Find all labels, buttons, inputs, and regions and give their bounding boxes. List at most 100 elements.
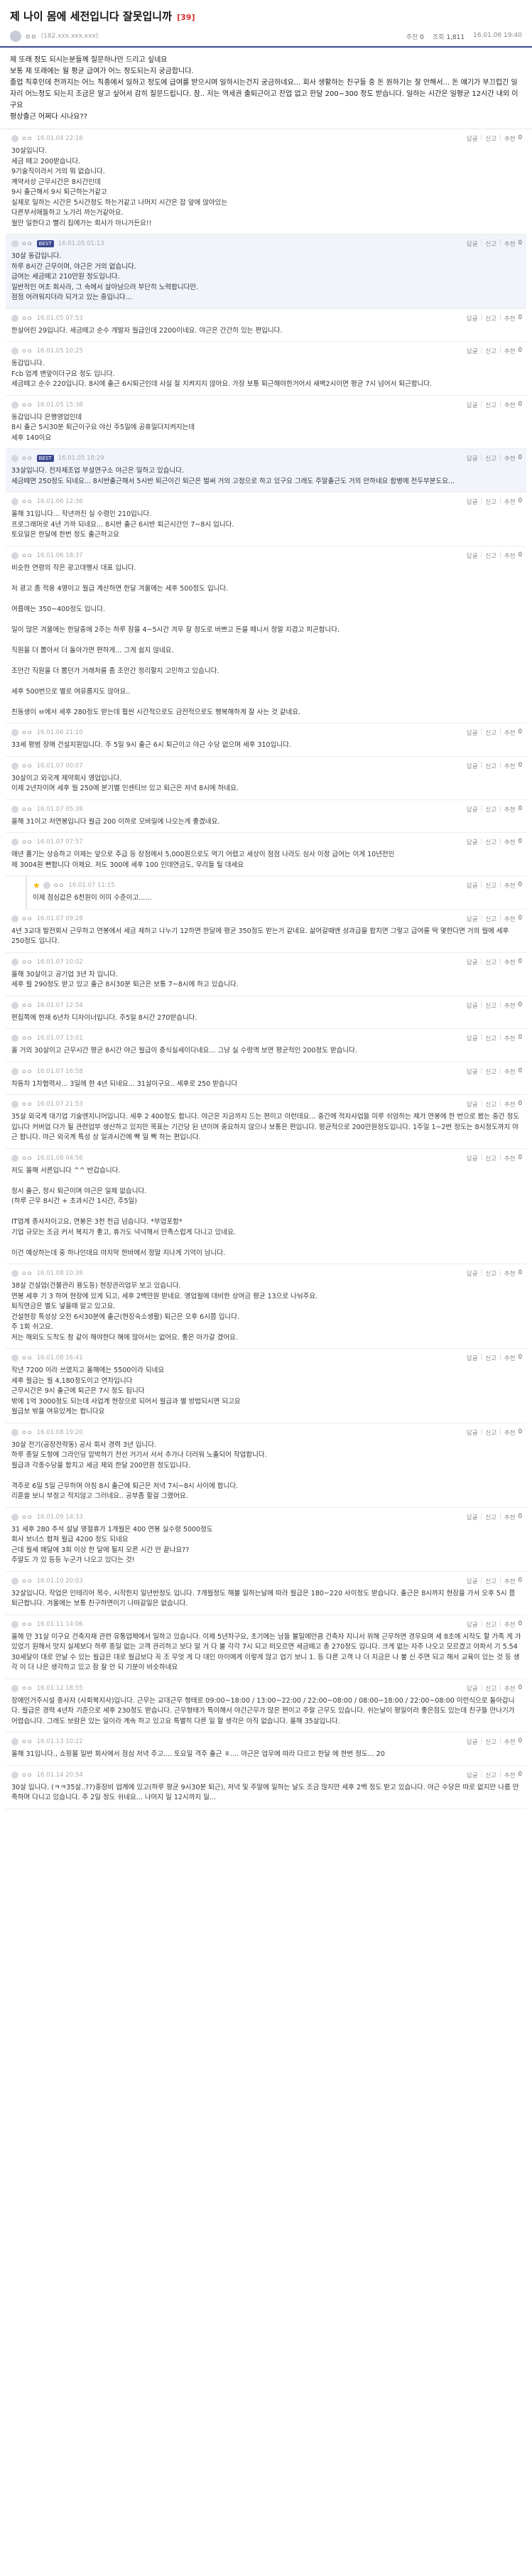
recommend-button[interactable]: 추천: [504, 454, 516, 463]
reply-button[interactable]: 답글: [467, 134, 478, 143]
comment-nickname[interactable]: ㅇㅇ: [21, 497, 33, 506]
comment-nickname[interactable]: ㅇㅇ: [21, 1428, 33, 1437]
recommend-button[interactable]: 추천: [504, 958, 516, 966]
recommend-button[interactable]: 추천: [504, 805, 516, 814]
report-button[interactable]: 신고: [485, 314, 496, 323]
comment-nickname[interactable]: ㅇㅇ: [21, 347, 33, 355]
reply-button[interactable]: 답글: [467, 1684, 478, 1693]
reply-button[interactable]: 답글: [467, 551, 478, 560]
comment-nickname[interactable]: ㅇㅇ: [21, 1354, 33, 1362]
comment-nickname[interactable]: ㅇㅇ: [21, 134, 33, 143]
recommend-button[interactable]: 추천: [504, 1067, 516, 1076]
comment-nickname[interactable]: ㅇㅇ: [21, 1001, 33, 1010]
report-button[interactable]: 신고: [485, 1737, 496, 1746]
reply-button[interactable]: 답글: [467, 1428, 478, 1437]
reply-button[interactable]: 답글: [467, 1737, 478, 1746]
reply-button[interactable]: 답글: [467, 1269, 478, 1278]
comment-nickname[interactable]: ㅇㅇ: [21, 1034, 33, 1042]
comment-nickname[interactable]: ㅇㅇ: [21, 1577, 33, 1585]
comment-nickname[interactable]: ㅇㅇ: [21, 454, 33, 463]
report-button[interactable]: 신고: [485, 1100, 496, 1109]
reply-button[interactable]: 답글: [467, 239, 478, 248]
comment-nickname[interactable]: ㅇㅇ: [21, 958, 33, 966]
reply-button[interactable]: 답글: [467, 881, 478, 890]
comment-nickname[interactable]: ㅇㅇ: [21, 838, 33, 846]
report-button[interactable]: 신고: [485, 1001, 496, 1010]
report-button[interactable]: 신고: [485, 1154, 496, 1163]
report-button[interactable]: 신고: [485, 915, 496, 923]
reply-button[interactable]: 답글: [467, 805, 478, 814]
reply-button[interactable]: 답글: [467, 1154, 478, 1163]
report-button[interactable]: 신고: [485, 134, 496, 143]
recommend-button[interactable]: 추천: [504, 497, 516, 506]
reply-button[interactable]: 답글: [467, 401, 478, 409]
reply-button[interactable]: 답글: [467, 958, 478, 966]
report-button[interactable]: 신고: [485, 551, 496, 560]
recommend-button[interactable]: 추천: [504, 1513, 516, 1521]
comment-nickname[interactable]: ㅇㅇ: [21, 762, 33, 770]
comment-nickname[interactable]: ㅇㅇ: [21, 915, 33, 923]
comment-nickname[interactable]: ㅇㅇ: [21, 805, 33, 814]
comment-nickname[interactable]: ㅇㅇ: [21, 401, 33, 409]
reply-button[interactable]: 답글: [467, 728, 478, 737]
comment-nickname[interactable]: ㅇㅇ: [21, 1737, 33, 1746]
report-button[interactable]: 신고: [485, 1771, 496, 1779]
reply-button[interactable]: 답글: [467, 1354, 478, 1362]
recommend-button[interactable]: 추천: [504, 1154, 516, 1163]
recommend-button[interactable]: 추천: [504, 1620, 516, 1629]
comment-nickname[interactable]: ㅇㅇ: [21, 1067, 33, 1076]
report-button[interactable]: 신고: [485, 728, 496, 737]
reply-button[interactable]: 답글: [467, 1771, 478, 1779]
recommend-button[interactable]: 추천: [504, 134, 516, 143]
comment-nickname[interactable]: ㅇㅇ: [21, 1154, 33, 1163]
recommend-button[interactable]: 추천: [504, 1354, 516, 1362]
report-button[interactable]: 신고: [485, 454, 496, 463]
comment-nickname[interactable]: ㅇㅇ: [21, 1620, 33, 1629]
reply-button[interactable]: 답글: [467, 497, 478, 506]
reply-button[interactable]: 답글: [467, 347, 478, 355]
comment-nickname[interactable]: ㅇㅇ: [21, 1100, 33, 1109]
report-button[interactable]: 신고: [485, 1577, 496, 1585]
reply-button[interactable]: 답글: [467, 915, 478, 923]
recommend-button[interactable]: 추천: [504, 1771, 516, 1779]
recommend-button[interactable]: 추천: [504, 1737, 516, 1746]
recommend-button[interactable]: 추천: [504, 347, 516, 355]
recommend-button[interactable]: 추천: [504, 401, 516, 409]
recommend-button[interactable]: 추천: [504, 1428, 516, 1437]
reply-button[interactable]: 답글: [467, 1100, 478, 1109]
reply-button[interactable]: 답글: [467, 762, 478, 770]
report-button[interactable]: 신고: [485, 1620, 496, 1629]
reply-button[interactable]: 답글: [467, 1067, 478, 1076]
report-button[interactable]: 신고: [485, 838, 496, 846]
recommend-button[interactable]: 추천: [504, 1577, 516, 1585]
author-nickname[interactable]: ㅇㅇ: [25, 32, 37, 41]
report-button[interactable]: 신고: [485, 805, 496, 814]
report-button[interactable]: 신고: [485, 239, 496, 248]
reply-button[interactable]: 답글: [467, 454, 478, 463]
report-button[interactable]: 신고: [485, 1684, 496, 1693]
comment-nickname[interactable]: ㅇㅇ: [21, 1771, 33, 1779]
comment-nickname[interactable]: ㅇㅇ: [21, 239, 33, 248]
comment-nickname[interactable]: ㅇㅇ: [21, 1513, 33, 1521]
report-button[interactable]: 신고: [485, 497, 496, 506]
recommend-button[interactable]: 추천: [504, 314, 516, 323]
report-button[interactable]: 신고: [485, 1513, 496, 1521]
recommend-button[interactable]: 추천: [504, 915, 516, 923]
comment-count[interactable]: [39]: [177, 13, 195, 22]
recommend-button[interactable]: 추천: [504, 551, 516, 560]
recommend-button[interactable]: 추천: [504, 838, 516, 846]
recommend-button[interactable]: 추천: [504, 1100, 516, 1109]
reply-button[interactable]: 답글: [467, 1001, 478, 1010]
report-button[interactable]: 신고: [485, 881, 496, 890]
recommend-button[interactable]: 추천: [504, 1034, 516, 1042]
comment-nickname[interactable]: ㅇㅇ: [53, 881, 65, 890]
comment-nickname[interactable]: ㅇㅇ: [21, 551, 33, 560]
report-button[interactable]: 신고: [485, 1034, 496, 1042]
report-button[interactable]: 신고: [485, 958, 496, 966]
recommend-button[interactable]: 추천: [504, 881, 516, 890]
reply-button[interactable]: 답글: [467, 1034, 478, 1042]
reply-button[interactable]: 답글: [467, 838, 478, 846]
reply-button[interactable]: 답글: [467, 1513, 478, 1521]
recommend-button[interactable]: 추천: [504, 1684, 516, 1693]
report-button[interactable]: 신고: [485, 1067, 496, 1076]
